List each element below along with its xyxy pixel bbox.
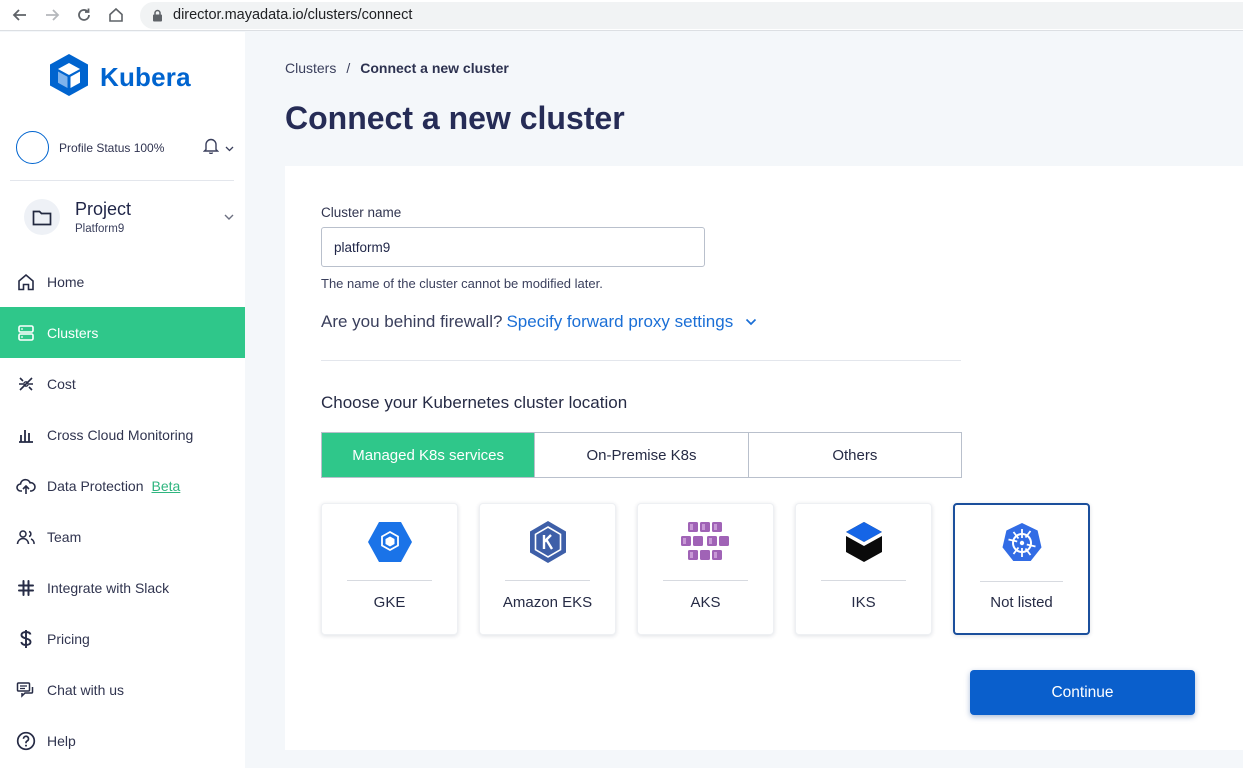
- avatar[interactable]: [16, 131, 49, 164]
- tab-managed-k8s[interactable]: Managed K8s services: [322, 433, 536, 477]
- sidebar-item-team[interactable]: Team: [0, 511, 245, 562]
- card-divider: [663, 580, 748, 581]
- sidebar-item-label: Data Protection: [47, 477, 144, 494]
- sidebar-item-label: Integrate with Slack: [47, 579, 170, 596]
- team-icon: [16, 527, 36, 547]
- provider-card-aks[interactable]: AKS: [637, 503, 774, 635]
- url-text: director.mayadata.io/clusters/connect: [173, 7, 413, 23]
- aks-icon: [638, 520, 773, 564]
- sidebar-item-label: Help: [47, 732, 76, 749]
- provider-label: Not listed: [990, 594, 1053, 611]
- project-selector[interactable]: Project Platform9: [24, 199, 234, 235]
- page-title: Connect a new cluster: [285, 100, 625, 136]
- bell-icon[interactable]: [202, 137, 220, 159]
- card-divider: [347, 580, 432, 581]
- sidebar-item-label: Pricing: [47, 630, 90, 647]
- server-icon: [16, 323, 36, 343]
- sidebar-item-home[interactable]: Home: [0, 256, 245, 307]
- connect-cluster-panel: Cluster name The name of the cluster can…: [285, 166, 1243, 750]
- sidebar-item-slack[interactable]: Integrate with Slack: [0, 562, 245, 613]
- firewall-question: Are you behind firewall?: [321, 312, 503, 331]
- chevron-down-icon[interactable]: [225, 139, 234, 157]
- beta-badge[interactable]: Beta: [152, 478, 181, 494]
- notifications[interactable]: [202, 137, 234, 159]
- home-icon: [16, 272, 36, 292]
- kubernetes-icon: [955, 521, 1088, 565]
- kubera-cube-icon: [46, 52, 92, 103]
- sidebar-item-label: Cross Cloud Monitoring: [47, 426, 194, 443]
- firewall-row: Are you behind firewall? Specify forward…: [321, 312, 757, 332]
- home-icon[interactable]: [102, 1, 130, 29]
- reload-icon[interactable]: [70, 1, 98, 29]
- sidebar-item-label: Cost: [47, 375, 76, 392]
- continue-button[interactable]: Continue: [970, 670, 1195, 715]
- provider-label: IKS: [851, 594, 876, 611]
- sidebar-item-chat[interactable]: Chat with us: [0, 664, 245, 715]
- provider-card-not-listed[interactable]: Not listed: [953, 503, 1090, 635]
- profile-row[interactable]: Profile Status 100%: [16, 131, 234, 164]
- forward-icon[interactable]: [38, 1, 66, 29]
- folder-icon: [24, 199, 60, 235]
- breadcrumb-clusters-link[interactable]: Clusters: [285, 60, 336, 76]
- logo-text: Kubera: [100, 62, 191, 92]
- project-name: Platform9: [75, 223, 125, 235]
- cost-icon: [16, 374, 36, 394]
- provider-card-eks[interactable]: Amazon EKS: [479, 503, 616, 635]
- dollar-icon: [16, 629, 36, 649]
- sidebar-item-cross-cloud-monitoring[interactable]: Cross Cloud Monitoring: [0, 409, 245, 460]
- tab-others[interactable]: Others: [748, 433, 961, 477]
- chevron-down-icon[interactable]: [224, 214, 234, 221]
- cloud-upload-icon: [16, 476, 36, 496]
- sidebar-item-help[interactable]: Help: [0, 715, 245, 766]
- sidebar-item-data-protection[interactable]: Data Protection Beta: [0, 460, 245, 511]
- breadcrumb-current: Connect a new cluster: [360, 60, 509, 76]
- lock-icon: [152, 9, 163, 22]
- breadcrumb-separator: /: [346, 60, 351, 76]
- sidebar-item-cost[interactable]: Cost: [0, 358, 245, 409]
- cluster-name-input[interactable]: [321, 227, 705, 267]
- chat-icon: [16, 680, 36, 700]
- help-icon: [16, 731, 36, 751]
- card-divider: [505, 580, 590, 581]
- sidebar-item-clusters[interactable]: Clusters: [0, 307, 245, 358]
- breadcrumb: Clusters / Connect a new cluster: [285, 60, 509, 76]
- sidebar-menu: Home Clusters Cost Cross Cloud Monitorin…: [0, 256, 245, 766]
- profile-status: Profile Status 100%: [59, 140, 165, 155]
- chevron-down-icon[interactable]: [745, 318, 757, 326]
- location-title: Choose your Kubernetes cluster location: [321, 393, 628, 412]
- address-bar[interactable]: director.mayadata.io/clusters/connect: [140, 1, 1243, 29]
- browser-toolbar: director.mayadata.io/clusters/connect: [0, 0, 1243, 31]
- sidebar-divider: [10, 180, 234, 181]
- tab-on-premise-k8s[interactable]: On-Premise K8s: [535, 433, 749, 477]
- location-tabs: Managed K8s services On-Premise K8s Othe…: [321, 432, 962, 478]
- project-title: Project: [75, 199, 132, 219]
- provider-label: GKE: [373, 594, 406, 611]
- bar-chart-icon: [16, 425, 36, 445]
- sidebar-item-pricing[interactable]: Pricing: [0, 613, 245, 664]
- provider-card-iks[interactable]: IKS: [795, 503, 932, 635]
- provider-label: AKS: [690, 594, 721, 611]
- sidebar-item-label: Team: [47, 528, 82, 545]
- cluster-name-help: The name of the cluster cannot be modifi…: [321, 276, 603, 291]
- kubera-logo[interactable]: Kubera: [46, 52, 191, 103]
- provider-card-gke[interactable]: GKE: [321, 503, 458, 635]
- provider-label: Amazon EKS: [502, 594, 593, 611]
- provider-cards: GKE Amazon EKS AKS IKS Not listed: [321, 503, 1090, 635]
- sidebar-item-label: Clusters: [47, 324, 99, 341]
- gke-icon: [322, 520, 457, 564]
- section-divider: [321, 360, 961, 361]
- sidebar: Kubera Profile Status 100% Project Platf…: [0, 32, 245, 768]
- card-divider: [980, 581, 1063, 582]
- eks-icon: [480, 520, 615, 564]
- sidebar-item-label: Chat with us: [47, 681, 125, 698]
- proxy-settings-link[interactable]: Specify forward proxy settings: [506, 312, 733, 332]
- slack-icon: [16, 578, 36, 598]
- cluster-name-label: Cluster name: [321, 205, 402, 220]
- sidebar-item-label: Home: [47, 273, 85, 290]
- card-divider: [821, 580, 906, 581]
- iks-icon: [796, 520, 931, 564]
- back-icon[interactable]: [6, 1, 34, 29]
